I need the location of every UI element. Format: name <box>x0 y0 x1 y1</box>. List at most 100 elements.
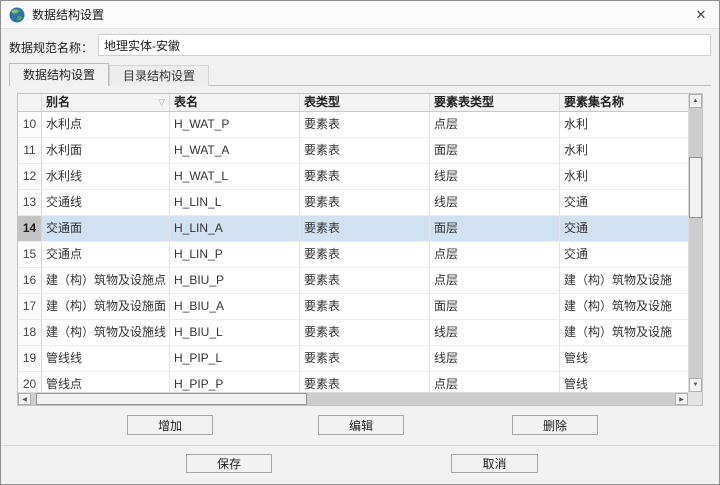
table-name-cell[interactable]: H_LIN_P <box>170 242 300 267</box>
globe-icon <box>9 7 25 23</box>
table-type-cell[interactable]: 要素表 <box>300 216 430 241</box>
horizontal-scroll-thumb[interactable] <box>36 393 307 405</box>
table-name-cell[interactable]: H_BIU_L <box>170 320 300 345</box>
scroll-left-icon[interactable]: ◀ <box>18 393 31 405</box>
table-type-cell[interactable]: 要素表 <box>300 320 430 345</box>
row-number-cell[interactable]: 11 <box>18 138 42 163</box>
dataset-cell[interactable]: 建（构）筑物及设施 <box>560 294 688 319</box>
row-number-cell[interactable]: 19 <box>18 346 42 371</box>
feature-type-cell[interactable]: 线层 <box>430 164 560 189</box>
horizontal-scrollbar[interactable]: ◀ ▶ <box>18 392 688 405</box>
table-type-cell[interactable]: 要素表 <box>300 346 430 371</box>
feature-type-cell[interactable]: 线层 <box>430 190 560 215</box>
column-header-feature-table-type[interactable]: 要素表类型 <box>430 94 560 111</box>
row-number-cell[interactable]: 12 <box>18 164 42 189</box>
dataset-cell[interactable]: 交通 <box>560 190 688 215</box>
table-row[interactable]: 18 建（构）筑物及设施线 H_BIU_L 要素表 线层 建（构）筑物及设施 <box>18 320 688 346</box>
table-row[interactable]: 19 管线线 H_PIP_L 要素表 线层 管线 <box>18 346 688 372</box>
dataset-cell[interactable]: 水利 <box>560 138 688 163</box>
dataset-cell[interactable]: 管线 <box>560 372 688 392</box>
table-row[interactable]: 20 管线点 H_PIP_P 要素表 点层 管线 <box>18 372 688 392</box>
cancel-button[interactable]: 取消 <box>451 454 538 473</box>
alias-cell[interactable]: 交通点 <box>42 242 170 267</box>
table-name-cell[interactable]: H_WAT_A <box>170 138 300 163</box>
delete-button[interactable]: 删除 <box>512 415 598 435</box>
dataset-cell[interactable]: 建（构）筑物及设施 <box>560 320 688 345</box>
dataset-cell[interactable]: 交通 <box>560 242 688 267</box>
dataset-cell[interactable]: 管线 <box>560 346 688 371</box>
table-type-cell[interactable]: 要素表 <box>300 190 430 215</box>
scroll-right-icon[interactable]: ▶ <box>675 393 688 405</box>
dataset-cell[interactable]: 交通 <box>560 216 688 241</box>
feature-type-cell[interactable]: 线层 <box>430 346 560 371</box>
table-name-cell[interactable]: H_BIU_A <box>170 294 300 319</box>
table-type-cell[interactable]: 要素表 <box>300 138 430 163</box>
table-name-cell[interactable]: H_WAT_P <box>170 112 300 137</box>
table-row[interactable]: 13 交通线 H_LIN_L 要素表 线层 交通 <box>18 190 688 216</box>
row-number-cell[interactable]: 17 <box>18 294 42 319</box>
table-type-cell[interactable]: 要素表 <box>300 242 430 267</box>
row-number-cell[interactable]: 14 <box>18 216 42 241</box>
table-row[interactable]: 12 水利线 H_WAT_L 要素表 线层 水利 <box>18 164 688 190</box>
scroll-down-icon[interactable]: ▼ <box>689 378 702 392</box>
dataset-cell[interactable]: 建（构）筑物及设施 <box>560 268 688 293</box>
alias-cell[interactable]: 交通面 <box>42 216 170 241</box>
table-row[interactable]: 10 水利点 H_WAT_P 要素表 点层 水利 <box>18 112 688 138</box>
table-type-cell[interactable]: 要素表 <box>300 294 430 319</box>
vertical-scrollbar[interactable]: ▲ ▼ <box>688 94 702 392</box>
alias-cell[interactable]: 水利线 <box>42 164 170 189</box>
scroll-up-icon[interactable]: ▲ <box>689 94 702 108</box>
feature-type-cell[interactable]: 面层 <box>430 138 560 163</box>
feature-type-cell[interactable]: 面层 <box>430 216 560 241</box>
table-row[interactable]: 15 交通点 H_LIN_P 要素表 点层 交通 <box>18 242 688 268</box>
alias-cell[interactable]: 水利面 <box>42 138 170 163</box>
column-header-table-type[interactable]: 表类型 <box>300 94 430 111</box>
table-type-cell[interactable]: 要素表 <box>300 372 430 392</box>
column-header-alias[interactable]: 别名 ▽ <box>42 94 170 111</box>
table-row[interactable]: 14 交通面 H_LIN_A 要素表 面层 交通 <box>18 216 688 242</box>
row-number-cell[interactable]: 20 <box>18 372 42 392</box>
feature-type-cell[interactable]: 点层 <box>430 242 560 267</box>
feature-type-cell[interactable]: 面层 <box>430 294 560 319</box>
alias-cell[interactable]: 管线点 <box>42 372 170 392</box>
feature-type-cell[interactable]: 点层 <box>430 268 560 293</box>
table-type-cell[interactable]: 要素表 <box>300 268 430 293</box>
table-row[interactable]: 16 建（构）筑物及设施点 H_BIU_P 要素表 点层 建（构）筑物及设施 <box>18 268 688 294</box>
table-name-cell[interactable]: H_LIN_A <box>170 216 300 241</box>
row-number-cell[interactable]: 13 <box>18 190 42 215</box>
feature-type-cell[interactable]: 点层 <box>430 372 560 392</box>
table-name-cell[interactable]: H_PIP_L <box>170 346 300 371</box>
table-name-cell[interactable]: H_WAT_L <box>170 164 300 189</box>
alias-cell[interactable]: 水利点 <box>42 112 170 137</box>
column-header-table-name[interactable]: 表名 <box>170 94 300 111</box>
dataset-cell[interactable]: 水利 <box>560 112 688 137</box>
edit-button[interactable]: 编辑 <box>318 415 404 435</box>
tab-data-structure[interactable]: 数据结构设置 <box>9 63 109 86</box>
alias-cell[interactable]: 管线线 <box>42 346 170 371</box>
table-row[interactable]: 17 建（构）筑物及设施面 H_BIU_A 要素表 面层 建（构）筑物及设施 <box>18 294 688 320</box>
alias-cell[interactable]: 交通线 <box>42 190 170 215</box>
table-type-cell[interactable]: 要素表 <box>300 112 430 137</box>
column-header-dataset-name[interactable]: 要素集名称 <box>560 94 688 111</box>
add-button[interactable]: 增加 <box>127 415 213 435</box>
table-name-cell[interactable]: H_PIP_P <box>170 372 300 392</box>
spec-name-input[interactable] <box>98 34 711 56</box>
tab-directory-structure[interactable]: 目录结构设置 <box>109 65 209 86</box>
close-icon[interactable]: ✕ <box>689 5 713 25</box>
feature-type-cell[interactable]: 线层 <box>430 320 560 345</box>
table-row[interactable]: 11 水利面 H_WAT_A 要素表 面层 水利 <box>18 138 688 164</box>
save-button[interactable]: 保存 <box>186 454 272 473</box>
dataset-cell[interactable]: 水利 <box>560 164 688 189</box>
alias-cell[interactable]: 建（构）筑物及设施面 <box>42 294 170 319</box>
row-number-cell[interactable]: 16 <box>18 268 42 293</box>
feature-type-cell[interactable]: 点层 <box>430 112 560 137</box>
row-number-cell[interactable]: 10 <box>18 112 42 137</box>
table-name-cell[interactable]: H_BIU_P <box>170 268 300 293</box>
alias-cell[interactable]: 建（构）筑物及设施线 <box>42 320 170 345</box>
table-name-cell[interactable]: H_LIN_L <box>170 190 300 215</box>
table-type-cell[interactable]: 要素表 <box>300 164 430 189</box>
alias-cell[interactable]: 建（构）筑物及设施点 <box>42 268 170 293</box>
row-number-cell[interactable]: 18 <box>18 320 42 345</box>
row-number-cell[interactable]: 15 <box>18 242 42 267</box>
vertical-scroll-thumb[interactable] <box>689 157 702 218</box>
